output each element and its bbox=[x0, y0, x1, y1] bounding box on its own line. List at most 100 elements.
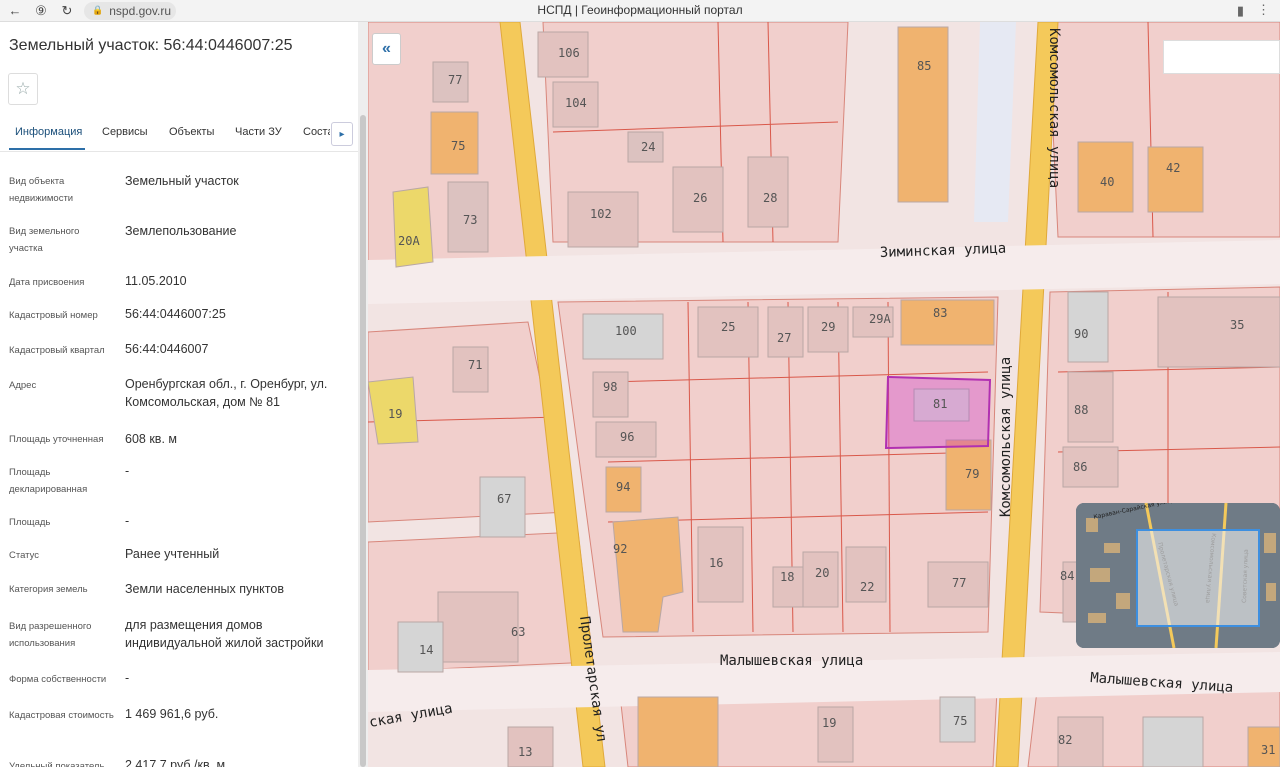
tab-title: НСПД | Геоинформационный портал bbox=[537, 3, 743, 17]
parcel-number-label: 75 bbox=[953, 714, 967, 728]
parcel-number-label: 86 bbox=[1073, 460, 1087, 474]
shield-button[interactable]: ⑨ bbox=[30, 0, 52, 22]
minimap-block bbox=[1264, 533, 1276, 553]
parcel-number-label: 77 bbox=[448, 73, 462, 87]
value-cadastral-number: 56:44:0446007:25 bbox=[125, 307, 226, 321]
chevron-right-icon: ▸ bbox=[339, 128, 345, 140]
page-title: Земельный участок: 56:44:0446007:25 bbox=[9, 37, 293, 54]
value-status: Ранее учтенный bbox=[125, 547, 220, 561]
panel-scrollbar-thumb[interactable] bbox=[360, 115, 366, 767]
label-area: Площадь bbox=[9, 517, 51, 528]
value-ownership: - bbox=[125, 671, 130, 685]
parcel-number-label: 35 bbox=[1230, 318, 1244, 332]
parcel-number-label: 16 bbox=[709, 556, 723, 570]
building bbox=[392, 186, 434, 268]
double-chevron-left-icon: « bbox=[382, 40, 391, 57]
parcel-number-label: 106 bbox=[558, 46, 580, 60]
value-address: Оренбургская обл., г. Оренбург, ул. Комс… bbox=[125, 377, 328, 409]
value-area: - bbox=[125, 514, 130, 528]
parcel-number-label: 81 bbox=[933, 397, 947, 411]
active-tab-indicator bbox=[9, 148, 85, 150]
label-object-type: Вид объекта недвижимости bbox=[9, 176, 74, 204]
browser-toolbar: ← ⑨ ↻ 🔒 nspd.gov.ru НСПД | Геоинформацио… bbox=[0, 0, 1280, 22]
address-bar[interactable]: 🔒 nspd.gov.ru bbox=[84, 1, 176, 20]
shield-icon: ⑨ bbox=[35, 2, 47, 18]
tabs-next-button[interactable]: ▸ bbox=[331, 122, 353, 146]
value-assign-date: 11.05.2010 bbox=[125, 274, 187, 288]
street-label-komsomolskaya: Комсомольская улица bbox=[998, 357, 1014, 517]
tab-objects[interactable]: Объекты bbox=[169, 126, 214, 138]
favorite-button[interactable]: ☆ bbox=[8, 73, 38, 105]
parcel-number-label: 28 bbox=[763, 191, 777, 205]
value-area-refined: 608 кв. м bbox=[125, 432, 177, 446]
value-specific-indicator: 2 417,7 руб./кв. м bbox=[125, 758, 226, 767]
building bbox=[897, 26, 949, 203]
bookmark-icon[interactable]: ▮ bbox=[1237, 3, 1244, 19]
parcel-number-label: 77 bbox=[952, 576, 966, 590]
parcel-number-label: 84 bbox=[1060, 569, 1074, 583]
parcel-number-label: 24 bbox=[641, 140, 655, 154]
label-ownership: Форма собственности bbox=[9, 674, 107, 685]
map-canvas[interactable]: Зиминская улица Малышевская улица Малыше… bbox=[368, 22, 1280, 767]
parcel-number-label: 19 bbox=[388, 407, 402, 421]
street-label-malyshevskaya: Малышевская улица bbox=[720, 653, 863, 669]
value-cadastral-value: 1 469 961,6 руб. bbox=[125, 707, 219, 721]
parcel-number-label: 98 bbox=[603, 380, 617, 394]
parcel-number-label: 73 bbox=[463, 213, 477, 227]
menu-icon[interactable]: ⋮ bbox=[1257, 2, 1270, 18]
reload-icon: ↻ bbox=[61, 2, 73, 18]
value-object-type: Земельный участок bbox=[125, 174, 239, 188]
minimap-block bbox=[1116, 593, 1130, 609]
parcel-number-label: 31 bbox=[1261, 743, 1275, 757]
building bbox=[1142, 716, 1204, 767]
building bbox=[479, 476, 526, 538]
building bbox=[1147, 146, 1204, 213]
parcel-number-label: 18 bbox=[780, 570, 794, 584]
parcel-number-label: 88 bbox=[1074, 403, 1088, 417]
minimap-block bbox=[1088, 613, 1106, 623]
map-search-box[interactable] bbox=[1163, 40, 1280, 74]
minimap-block bbox=[1104, 543, 1120, 553]
label-cadastral-block: Кадастровый квартал bbox=[9, 345, 105, 356]
parcel-number-label: 29А bbox=[869, 312, 891, 326]
reload-button[interactable]: ↻ bbox=[56, 0, 78, 22]
parcel-number-label: 85 bbox=[917, 59, 931, 73]
value-cadastral-block: 56:44:0446007 bbox=[125, 342, 209, 356]
parcel-number-label: 22 bbox=[860, 580, 874, 594]
parcel-number-label: 40 bbox=[1100, 175, 1114, 189]
parcel-number-label: 104 bbox=[565, 96, 587, 110]
label-area-refined: Площадь уточненная bbox=[9, 434, 104, 445]
tab-information[interactable]: Информация bbox=[15, 126, 82, 138]
tab-parts[interactable]: Части ЗУ bbox=[235, 126, 282, 138]
building bbox=[1157, 296, 1280, 368]
parcel-number-label: 27 bbox=[777, 331, 791, 345]
parcel-number-label: 26 bbox=[693, 191, 707, 205]
map-view[interactable]: Зиминская улица Малышевская улица Малыше… bbox=[368, 22, 1280, 767]
minimap-block bbox=[1266, 583, 1276, 601]
label-specific-indicator: Удельный показатель bbox=[9, 761, 105, 767]
value-permitted-use: для размещения домов индивидуальной жило… bbox=[125, 618, 324, 650]
parcel-number-label: 100 bbox=[615, 324, 637, 338]
value-area-declared: - bbox=[125, 464, 130, 478]
back-button[interactable]: ← bbox=[4, 0, 26, 22]
parcel-number-label: 82 bbox=[1058, 733, 1072, 747]
collapse-panel-button[interactable]: « bbox=[372, 33, 401, 65]
label-land-category: Категория земель bbox=[9, 584, 88, 595]
value-land-category: Земли населенных пунктов bbox=[125, 582, 284, 596]
minimap-viewport-frame[interactable] bbox=[1136, 529, 1260, 627]
parcel-number-label: 42 bbox=[1166, 161, 1180, 175]
tab-composition[interactable]: Состав bbox=[303, 126, 330, 138]
parcel-number-label: 83 bbox=[933, 306, 947, 320]
minimap-block bbox=[1090, 568, 1110, 582]
url-text: nspd.gov.ru bbox=[109, 3, 172, 18]
label-address: Адрес bbox=[9, 380, 37, 391]
overview-minimap[interactable]: Караван-Сарайская улица Пролетарская ули… bbox=[1076, 503, 1280, 648]
parcel-number-label: 14 bbox=[419, 643, 433, 657]
arrow-left-icon: ← bbox=[8, 3, 22, 18]
parcel-number-label: 90 bbox=[1074, 327, 1088, 341]
tab-services[interactable]: Сервисы bbox=[102, 126, 148, 138]
label-area-declared: Площадь декларированная bbox=[9, 467, 88, 495]
parcel-number-label: 75 bbox=[451, 139, 465, 153]
parcel-number-label: 20 bbox=[815, 566, 829, 580]
parcel-number-label: 63 bbox=[511, 625, 525, 639]
